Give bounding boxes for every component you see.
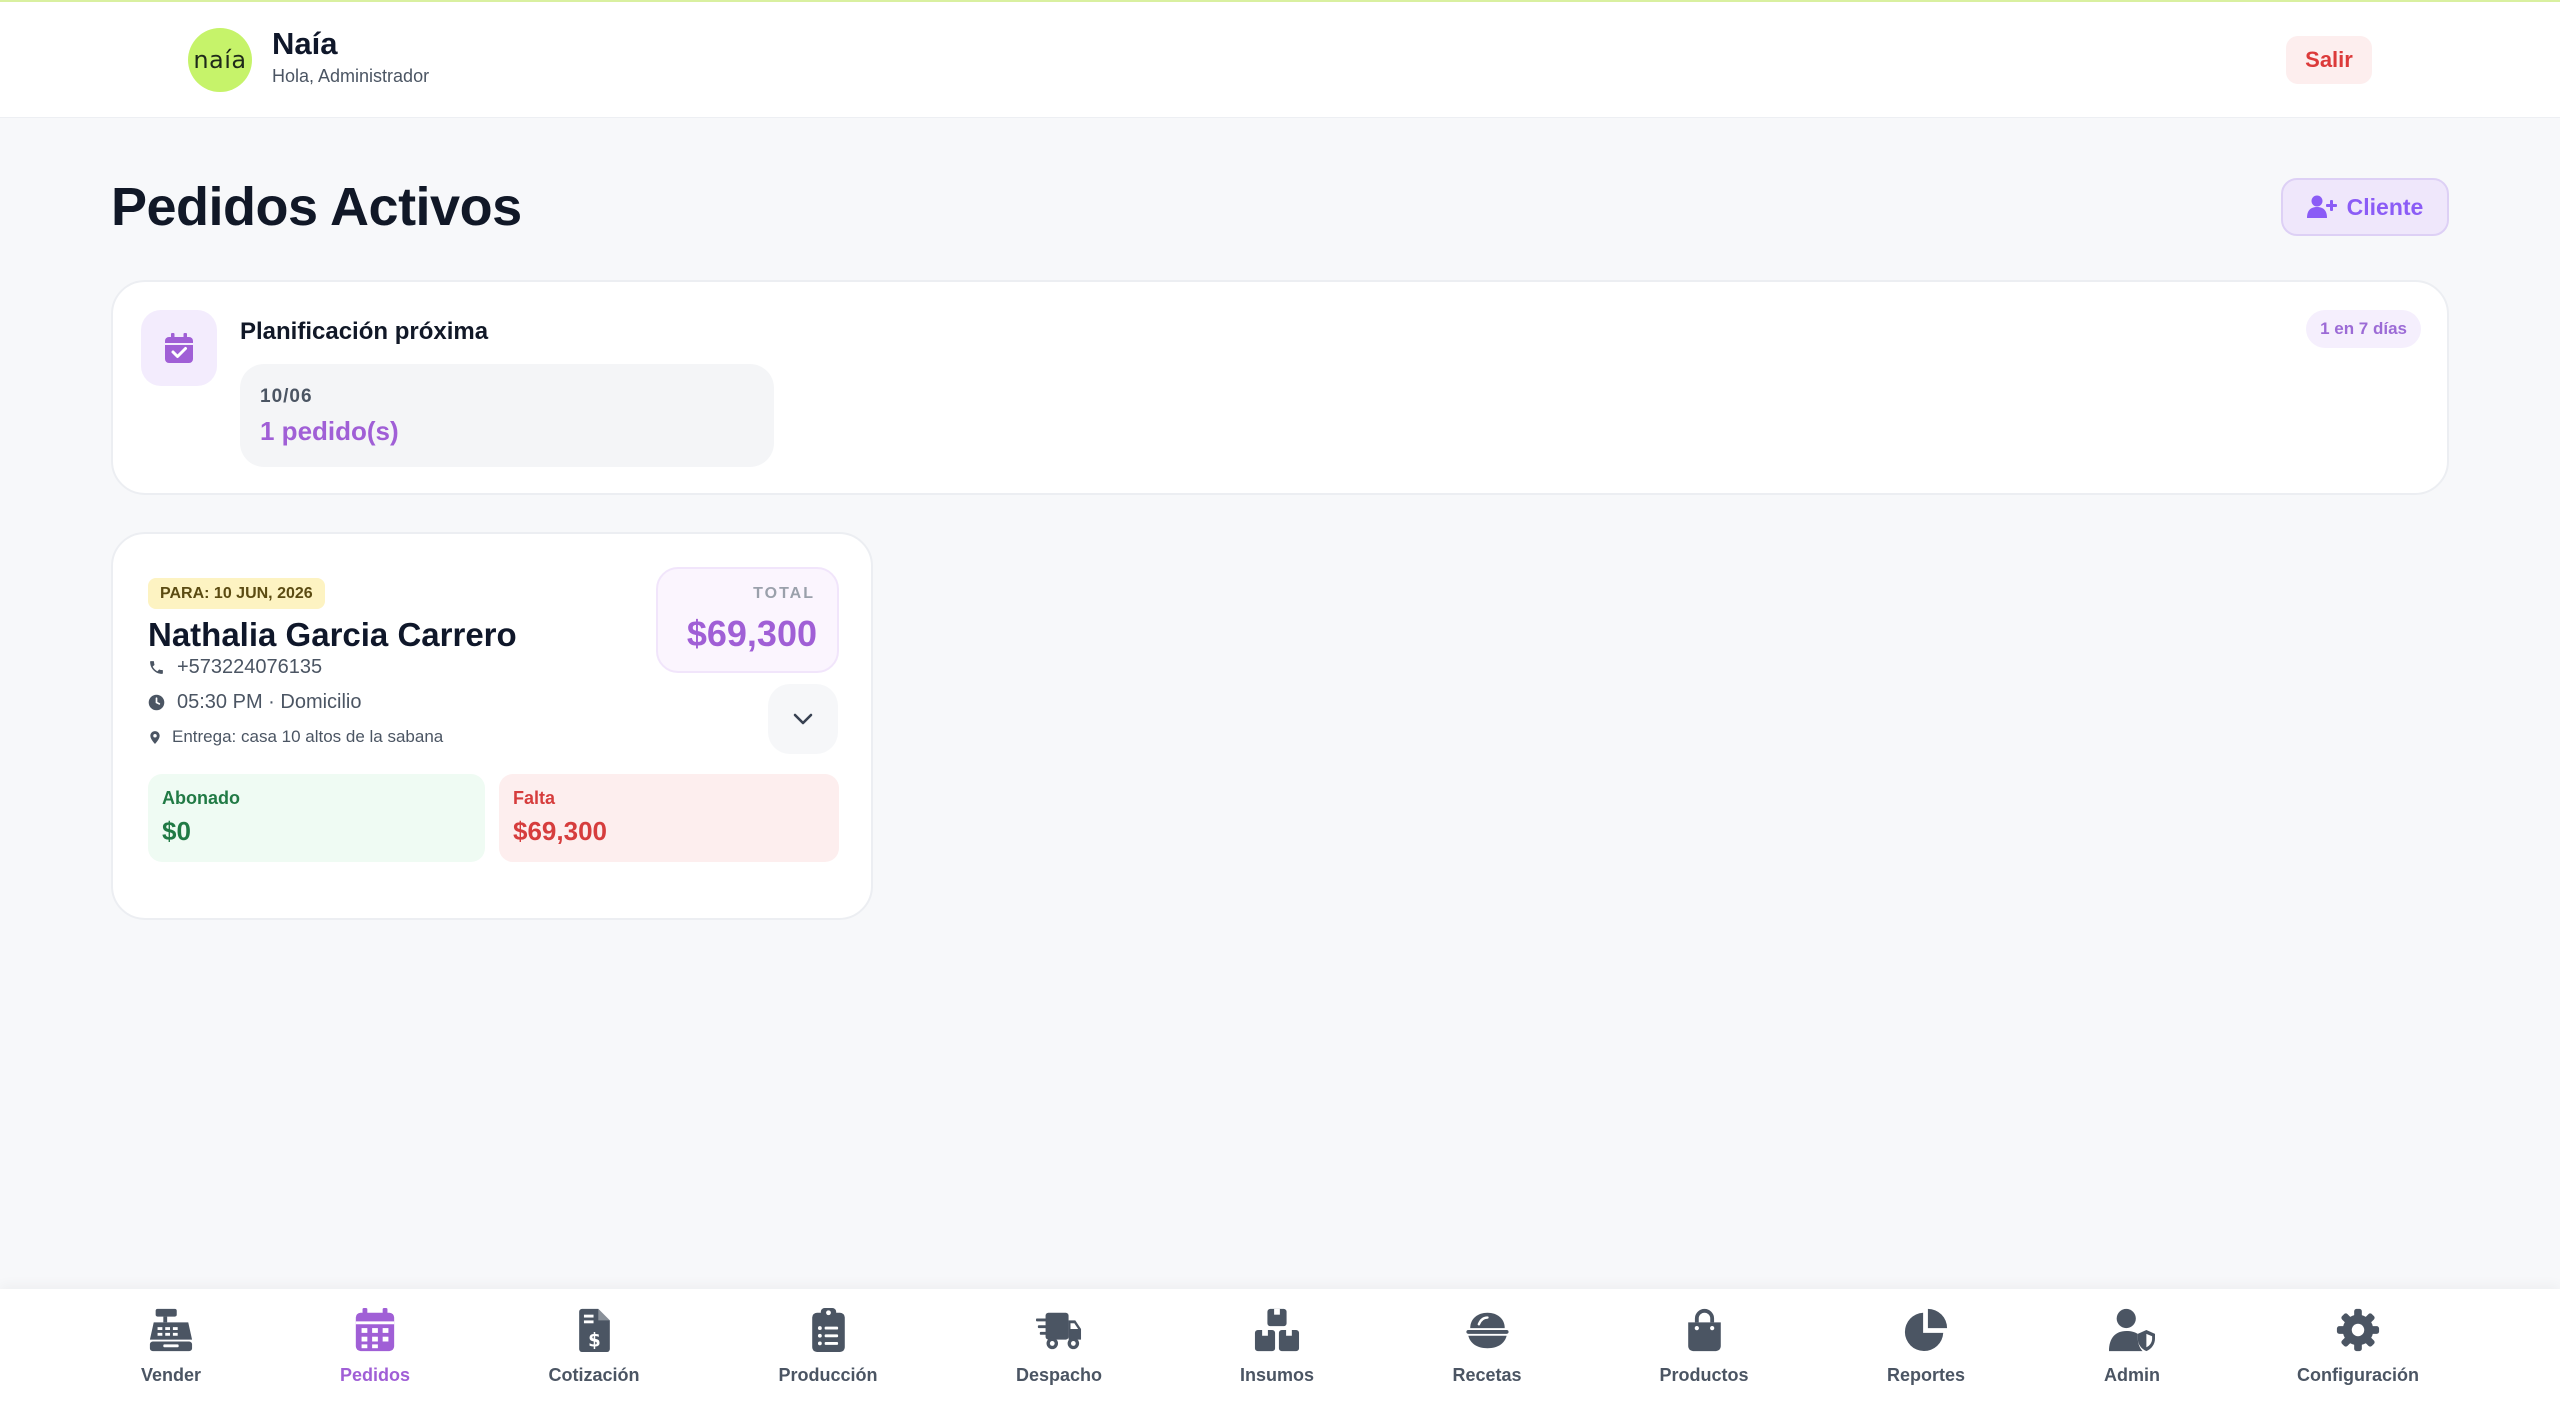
nav-item-reportes[interactable]: Reportes — [1887, 1307, 1965, 1386]
planning-title: Planificación próxima — [240, 318, 489, 345]
order-paid-box: Abonado $0 — [148, 774, 485, 862]
planning-card: Planificación próxima 1 en 7 días 10/06 … — [111, 280, 2449, 495]
calendar-check-icon — [165, 333, 193, 363]
planning-count-badge: 1 en 7 días — [2306, 310, 2421, 348]
clipboard-list-icon — [811, 1307, 845, 1353]
order-time-mode: 05:30 PM · Domicilio — [177, 691, 362, 713]
order-paid-value: $0 — [162, 816, 191, 846]
nav-label: Producción — [778, 1365, 878, 1385]
gear-icon — [2336, 1308, 2380, 1352]
order-due-box: Falta $69,300 — [499, 774, 839, 862]
order-phone: +573224076135 — [177, 656, 323, 678]
cash-register-icon — [149, 1308, 193, 1352]
user-shield-icon — [2109, 1308, 2155, 1352]
app-header: naía Naía Hola, Administrador Salir — [0, 0, 2560, 118]
order-time-row: 05:30 PM · Domicilio — [148, 691, 362, 714]
bowl-icon — [1465, 1312, 1509, 1349]
nav-label: Productos — [1659, 1365, 1749, 1385]
planning-day-date: 10/06 — [260, 386, 313, 407]
nav-label: Configuración — [2297, 1365, 2419, 1385]
nav-item-cotizacion[interactable]: $ Cotización — [548, 1307, 640, 1386]
user-greeting: Hola, Administrador — [272, 66, 430, 86]
order-card[interactable]: PARA: 10 JUN, 2026 Nathalia Garcia Carre… — [111, 532, 873, 920]
map-pin-icon — [150, 730, 160, 744]
nav-label: Admin — [2104, 1365, 2160, 1385]
page-title: Pedidos Activos — [111, 177, 522, 237]
order-total-label: TOTAL — [753, 585, 815, 602]
brand-logo: naía — [188, 28, 252, 92]
order-total-box: TOTAL $69,300 — [656, 567, 839, 673]
nav-label: Despacho — [1015, 1365, 1103, 1385]
invoice-dollar-icon: $ — [578, 1308, 610, 1353]
planning-day-item[interactable]: 10/06 1 pedido(s) — [240, 364, 774, 467]
nav-item-productos[interactable]: Productos — [1659, 1307, 1749, 1386]
svg-text:$: $ — [588, 1330, 601, 1351]
order-total-value: $69,300 — [686, 613, 817, 654]
nav-label: Reportes — [1886, 1365, 1966, 1385]
chevron-down-icon — [793, 713, 813, 725]
order-due-label: Falta — [513, 788, 556, 808]
order-address: Entrega: casa 10 altos de la sabana — [172, 727, 444, 746]
bottom-nav: Vender Pedidos $ Cotización Producción D… — [0, 1289, 2560, 1425]
shopping-bag-icon — [1687, 1308, 1721, 1352]
planning-day-count: 1 pedido(s) — [260, 416, 399, 446]
nav-item-pedidos[interactable]: Pedidos — [340, 1307, 410, 1386]
planning-icon-box — [141, 310, 217, 386]
add-client-label: Cliente — [2346, 193, 2424, 220]
nav-item-insumos[interactable]: Insumos — [1240, 1307, 1314, 1386]
nav-label: Pedidos — [339, 1365, 411, 1385]
order-expand-button[interactable] — [768, 684, 838, 754]
phone-icon — [150, 661, 163, 674]
order-paid-label: Abonado — [162, 788, 240, 808]
order-due-value: $69,300 — [513, 816, 607, 846]
order-phone-row: +573224076135 — [148, 656, 322, 679]
pie-chart-icon — [1904, 1308, 1948, 1352]
brand-name: Naía — [272, 26, 338, 61]
nav-item-despacho[interactable]: Despacho — [1016, 1307, 1102, 1386]
order-address-row: Entrega: casa 10 altos de la sabana — [148, 727, 443, 747]
nav-item-recetas[interactable]: Recetas — [1452, 1307, 1522, 1386]
order-customer-name: Nathalia Garcia Carrero — [148, 616, 517, 653]
nav-label: Vender — [140, 1365, 202, 1385]
order-date-badge: PARA: 10 JUN, 2026 — [148, 578, 325, 609]
nav-label: Recetas — [1452, 1365, 1522, 1385]
truck-fast-icon — [1036, 1312, 1082, 1350]
nav-label: Cotización — [548, 1365, 640, 1385]
nav-item-admin[interactable]: Admin — [2104, 1307, 2160, 1386]
nav-label: Insumos — [1239, 1365, 1315, 1385]
add-client-button[interactable]: Cliente — [2281, 178, 2449, 236]
user-plus-icon — [2306, 195, 2337, 218]
nav-item-vender[interactable]: Vender — [141, 1307, 201, 1386]
logout-button[interactable]: Salir — [2286, 36, 2372, 84]
clock-icon — [148, 694, 165, 711]
nav-item-configuracion[interactable]: Configuración — [2297, 1307, 2419, 1386]
boxes-icon — [1254, 1308, 1300, 1352]
calendar-icon — [355, 1307, 395, 1352]
nav-item-produccion[interactable]: Producción — [778, 1307, 878, 1386]
